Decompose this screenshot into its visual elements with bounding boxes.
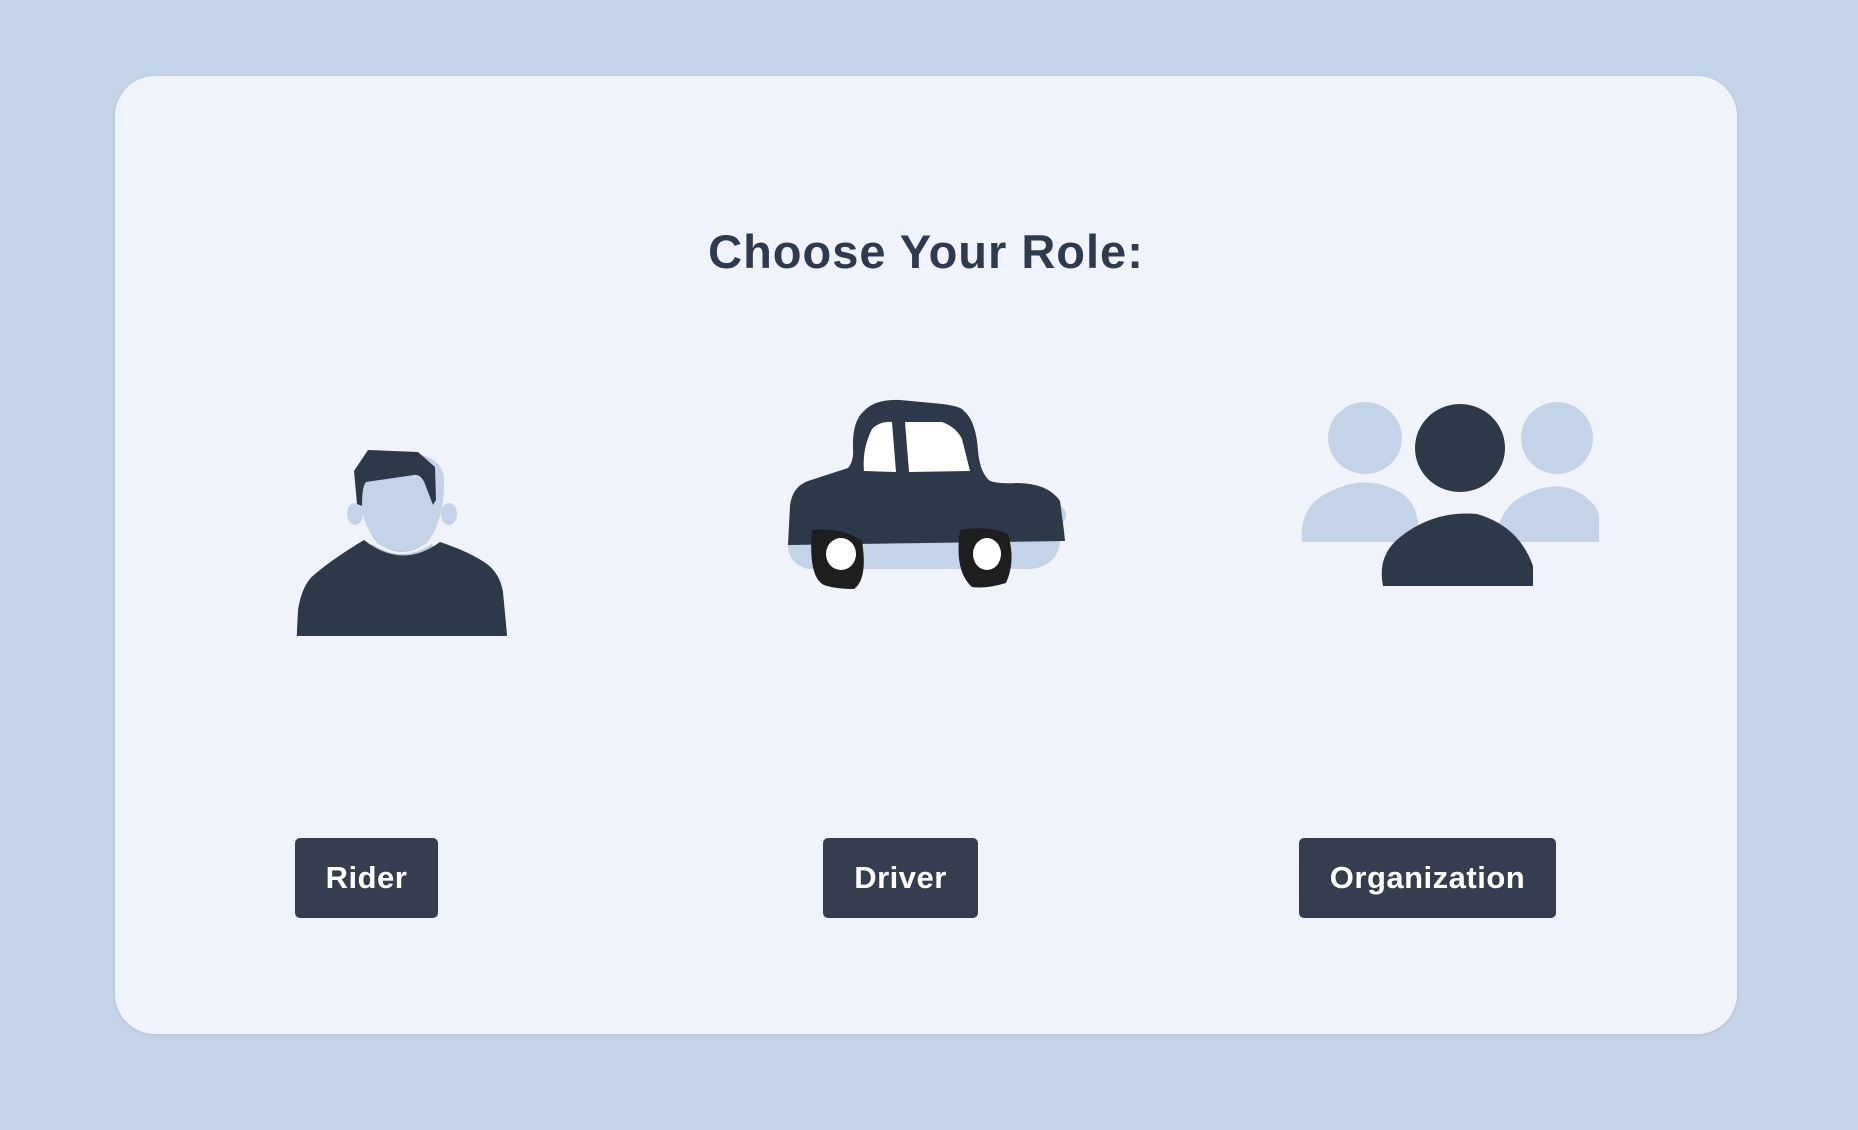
role-selection-card: Choose Your Role: Rider Driver Organizat… xyxy=(115,76,1737,1034)
car-icon xyxy=(782,391,1072,601)
rider-button[interactable]: Rider xyxy=(295,838,438,918)
driver-button[interactable]: Driver xyxy=(823,838,978,918)
organization-button[interactable]: Organization xyxy=(1299,838,1556,918)
person-icon xyxy=(282,366,522,636)
page-title: Choose Your Role: xyxy=(708,225,1144,278)
group-icon xyxy=(1299,396,1599,596)
